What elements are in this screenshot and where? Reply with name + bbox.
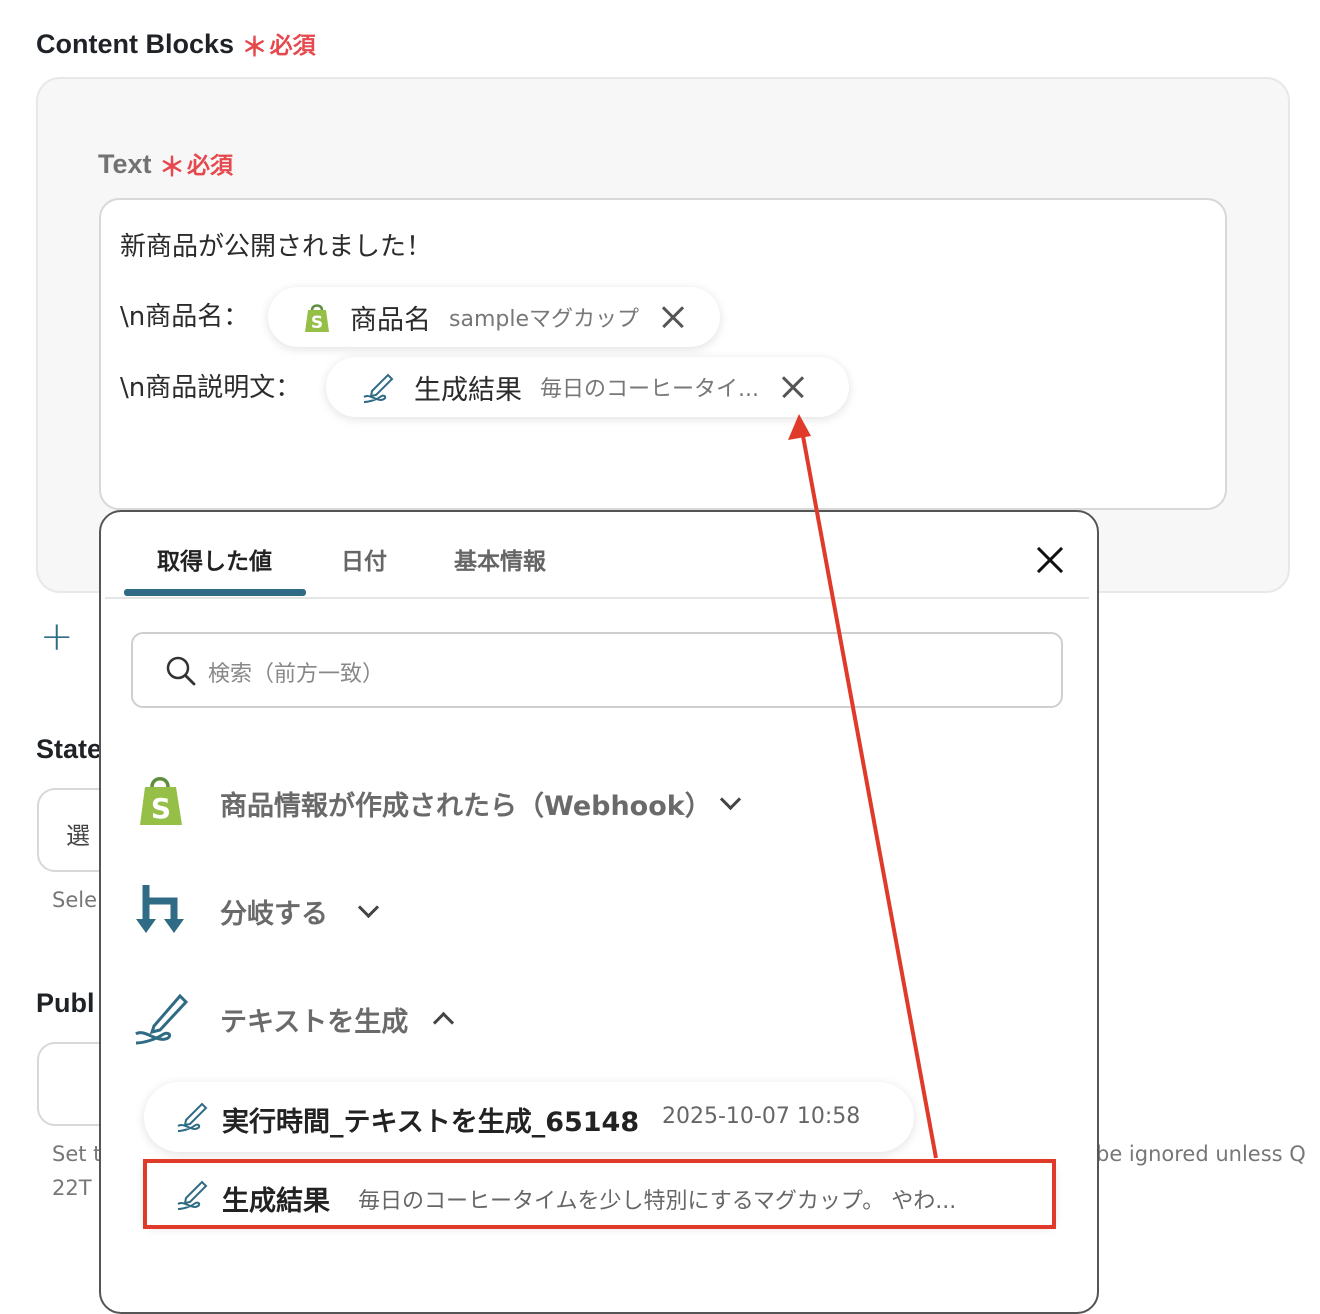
annotation-arrow — [788, 414, 938, 1159]
